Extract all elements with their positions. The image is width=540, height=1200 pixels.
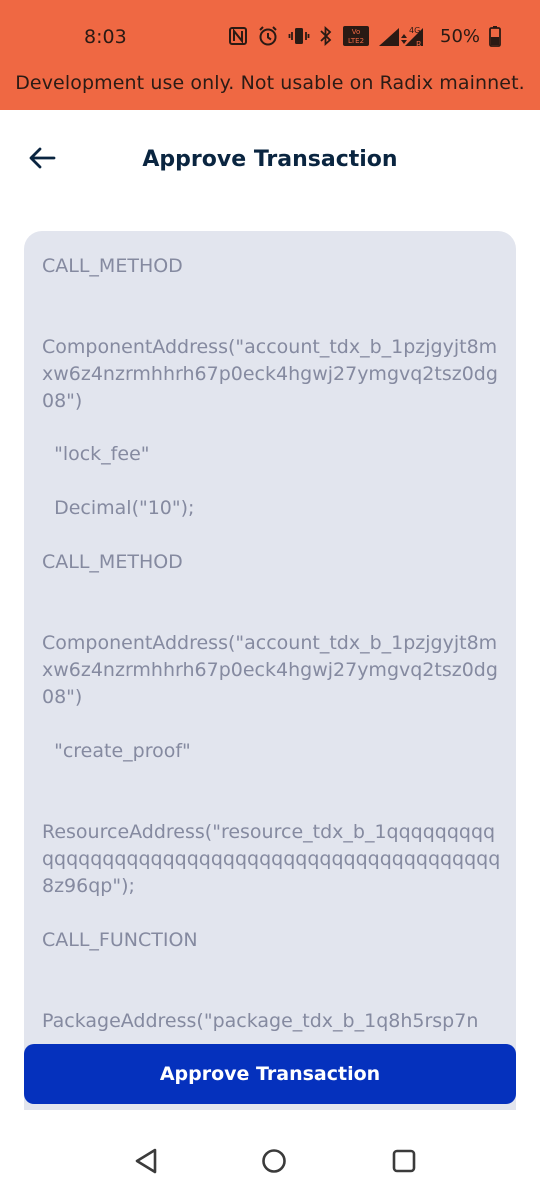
manifest-line: PackageAddress("package_tdx_b_1q8h5rsp7n [42, 1010, 479, 1032]
approve-transaction-button[interactable]: Approve Transaction [24, 1044, 516, 1104]
nav-back-button[interactable] [131, 1146, 161, 1176]
status-row: 8:03 Vo LTE2 4G R 50% [0, 0, 540, 72]
back-triangle-icon [131, 1148, 161, 1180]
nav-home-button[interactable] [259, 1146, 289, 1176]
nav-recents-button[interactable] [389, 1146, 419, 1176]
volte-icon: Vo LTE2 [342, 25, 370, 47]
svg-text:Vo: Vo [352, 28, 361, 36]
app-header: Approve Transaction [0, 110, 540, 220]
alarm-icon [257, 25, 279, 47]
svg-text:4G: 4G [409, 26, 420, 35]
manifest-line: ComponentAddress("account_tdx_b_1pzjgyjt… [42, 632, 498, 708]
bluetooth-icon [319, 25, 333, 47]
signal-icon: 4G R [379, 24, 425, 48]
manifest-line: CALL_METHOD [42, 255, 183, 277]
recents-square-icon [389, 1149, 419, 1180]
dev-warning-banner: Development use only. Not usable on Radi… [15, 72, 525, 94]
manifest-line: CALL_FUNCTION [42, 929, 198, 951]
vibrate-icon [288, 26, 310, 46]
svg-text:LTE2: LTE2 [348, 37, 364, 45]
nfc-icon [228, 26, 248, 46]
transaction-manifest[interactable]: CALL_METHOD ComponentAddress("account_td… [24, 231, 516, 1110]
status-time: 8:03 [84, 26, 127, 48]
manifest-line: "create_proof" [42, 740, 191, 762]
svg-text:R: R [416, 40, 422, 48]
manifest-line: CALL_METHOD [42, 551, 183, 573]
status-bar: 8:03 Vo LTE2 4G R 50% Development use on… [0, 0, 540, 110]
manifest-line: ResourceAddress("resource_tdx_b_1qqqqqqq… [42, 821, 501, 897]
status-icons: Vo LTE2 4G R 50% [228, 22, 501, 50]
manifest-line: Decimal("10"); [42, 497, 195, 519]
manifest-line: ComponentAddress("account_tdx_b_1pzjgyjt… [42, 336, 498, 412]
battery-percent: 50% [440, 25, 481, 47]
battery-icon [489, 25, 501, 47]
manifest-line: "lock_fee" [42, 443, 150, 465]
page-title: Approve Transaction [142, 147, 398, 172]
home-circle-icon [259, 1149, 289, 1180]
system-nav-bar [0, 1120, 540, 1200]
